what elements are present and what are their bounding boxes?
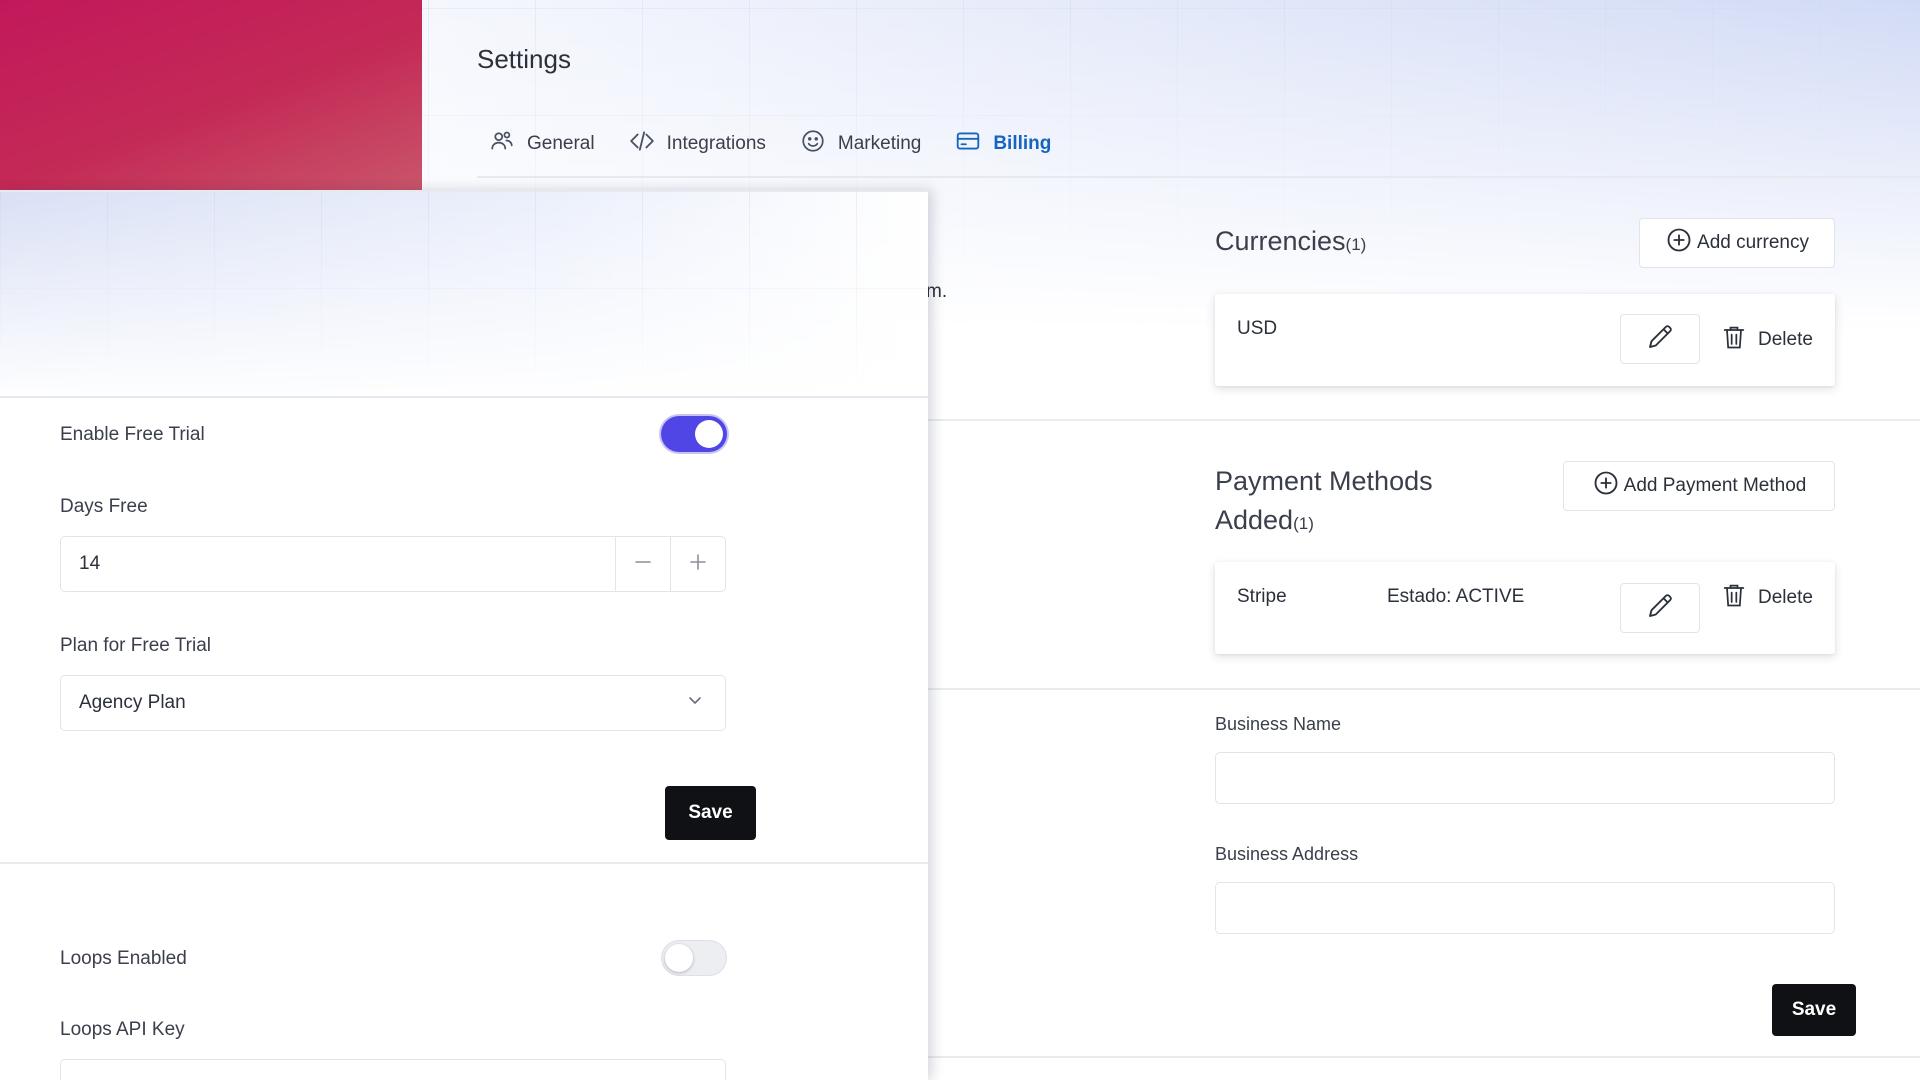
increment-button[interactable] [670,537,725,591]
enable-free-trial-label: Enable Free Trial [60,424,205,445]
currencies-count: (1) [1345,235,1367,254]
panel-divider [0,862,928,864]
section-divider [928,688,1920,690]
trash-icon [1720,323,1748,357]
business-name-input[interactable] [1215,752,1835,804]
currency-code: USD [1237,318,1278,339]
enable-free-trial-toggle[interactable] [661,416,727,452]
currencies-heading: Currencies(1) [1215,222,1366,264]
days-free-stepper[interactable]: 14 [60,536,726,592]
business-address-input[interactable] [1215,882,1835,934]
delete-currency-button[interactable]: Delete [1720,320,1813,360]
payment-methods-count: (1) [1293,514,1314,533]
tab-integrations[interactable]: Integrations [617,120,778,168]
add-payment-method-button[interactable]: Add Payment Method [1563,461,1835,511]
settings-tabs: General Integrations Marketing Billing [477,120,1920,178]
pencil-icon [1645,591,1675,626]
payment-methods-heading-line2: Added [1215,505,1294,535]
edit-currency-button[interactable] [1620,314,1700,364]
toggle-knob [665,944,693,972]
business-save-button[interactable]: Save [1772,984,1856,1036]
loops-enabled-toggle[interactable] [661,940,727,976]
delete-payment-method-button[interactable]: Delete [1720,578,1813,618]
business-name-label: Business Name [1215,714,1342,734]
delete-currency-label: Delete [1758,329,1813,350]
loops-enabled-label: Loops Enabled [60,948,187,969]
chevron-down-icon [685,690,705,716]
decrement-button[interactable] [615,537,670,591]
add-payment-method-label: Add Payment Method [1623,475,1807,496]
panel-header-decoration [0,192,928,398]
tab-billing-label: Billing [993,133,1052,154]
days-free-label: Days Free [60,496,148,517]
plan-free-trial-select[interactable]: Agency Plan [60,675,726,731]
free-trial-panel: Enable Free Trial Days Free 14 Plan for … [0,190,928,1080]
page-title: Settings [477,44,571,74]
payment-method-status: Estado: ACTIVE [1387,586,1525,607]
credit-card-icon [955,128,981,160]
users-gear-icon [489,128,515,160]
brand-color-block [0,0,422,190]
tab-integrations-label: Integrations [666,133,766,154]
edit-payment-method-button[interactable] [1620,583,1700,633]
business-address-label: Business Address [1215,844,1359,864]
currency-card: USD Delete [1215,294,1835,386]
tab-marketing-label: Marketing [837,133,922,154]
pencil-icon [1645,322,1675,357]
loops-api-key-input[interactable] [60,1059,726,1080]
tab-billing[interactable]: Billing [943,120,1063,168]
add-currency-button[interactable]: Add currency [1639,218,1835,268]
delete-payment-method-label: Delete [1758,587,1813,608]
currencies-heading-text: Currencies [1215,226,1346,256]
add-currency-label: Add currency [1697,232,1809,253]
tab-general-label: General [527,133,595,154]
smile-icon [800,128,826,160]
tab-marketing[interactable]: Marketing [788,120,933,168]
trash-icon [1720,581,1748,615]
plus-icon [688,552,708,577]
plus-circle-icon [1592,469,1620,503]
payment-method-name: Stripe [1237,586,1287,607]
plan-free-trial-label: Plan for Free Trial [60,635,211,656]
tab-general[interactable]: General [477,120,607,168]
section-divider [928,1056,1920,1058]
plan-free-trial-value: Agency Plan [79,692,186,713]
minus-icon [633,552,653,577]
free-trial-save-button[interactable]: Save [665,786,756,840]
obscured-description-text: m. [926,281,948,302]
loops-api-key-label: Loops API Key [60,1019,185,1040]
code-icon [629,128,655,160]
section-divider [928,419,1920,421]
payment-methods-heading-line1: Payment Methods [1215,466,1433,496]
payment-methods-heading: Payment Methods Added(1) [1215,462,1433,543]
payment-method-card: Stripe Estado: ACTIVE Delete [1215,562,1835,654]
toggle-knob [695,420,723,448]
plus-circle-icon [1665,226,1693,260]
days-free-value[interactable]: 14 [61,537,615,591]
